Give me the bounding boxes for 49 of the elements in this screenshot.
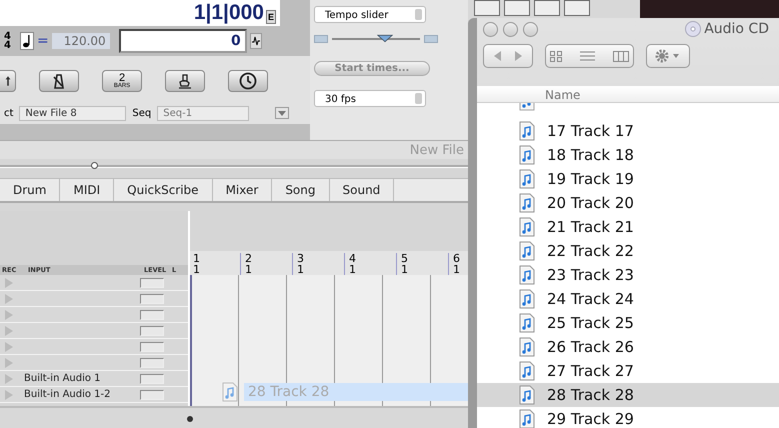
file-row[interactable]: 22 Track 22 [477, 239, 779, 263]
project-field[interactable]: New File 8 [19, 106, 126, 120]
project-label: ct [4, 108, 14, 118]
equals-sign: = [36, 33, 49, 49]
tab[interactable]: MIDI [60, 179, 114, 201]
ruler-number: 1 [193, 264, 201, 275]
ruler-number: 1 [401, 264, 409, 275]
sequence-field[interactable]: Seq-1 [157, 106, 250, 120]
file-row[interactable]: 23 Track 23 [477, 263, 779, 287]
dragged-item-label: 28 Track 28 [244, 383, 468, 401]
counter-button[interactable]: E [266, 10, 276, 24]
window-title: Audio CD [704, 21, 769, 37]
file-row[interactable]: 29 Track 29 [477, 407, 779, 428]
file-row[interactable]: 20 Track 20 [477, 191, 779, 215]
tab[interactable]: Sound [330, 179, 394, 201]
counter-display: 1|1|000 [194, 0, 264, 26]
position-field[interactable]: 0 [118, 29, 247, 53]
file-row[interactable]: 21 Track 21 [477, 215, 779, 239]
tab[interactable]: Mixer [212, 179, 272, 201]
tempo-source-select[interactable]: Tempo slider [314, 6, 426, 23]
window-title: New File [410, 142, 464, 158]
column-header: Name [545, 88, 580, 102]
ruler-number: 5 [401, 253, 409, 264]
tab[interactable]: Song [272, 179, 330, 201]
input-cell-text: Built-in Audio 1 [23, 373, 102, 384]
ruler-number: 1 [349, 264, 357, 275]
file-row[interactable]: 18 Track 18 [477, 143, 779, 167]
file-row[interactable]: 17 Track 17 [477, 119, 779, 143]
meter-display: 4 4 [4, 32, 11, 50]
ruler-number: 2 [245, 253, 253, 264]
ruler-number: 1 [193, 253, 201, 264]
ruler-number: 1 [245, 264, 253, 275]
file-row[interactable]: 26 Track 26 [477, 335, 779, 359]
file-row[interactable]: 24 Track 24 [477, 287, 779, 311]
ruler-number: 1 [297, 264, 305, 275]
tempo-field[interactable]: 120.00 [52, 33, 110, 49]
input-cell-text: Built-in Audio 1-2 [23, 389, 112, 400]
file-row[interactable]: 25 Track 25 [477, 311, 779, 335]
file-row[interactable]: 28 Track 28 [477, 383, 779, 407]
file-row[interactable]: 27 Track 27 [477, 359, 779, 383]
frame-rate-select[interactable]: 30 fps [314, 90, 426, 107]
ruler-number: 3 [297, 253, 305, 264]
file-row[interactable]: 19 Track 19 [477, 167, 779, 191]
ruler-number: 4 [349, 253, 357, 264]
ruler-number: 1 [453, 264, 461, 275]
tab[interactable]: QuickScribe [114, 179, 213, 201]
sequence-label: Seq [132, 108, 152, 118]
ruler-number: 6 [453, 253, 461, 264]
tab[interactable]: Drum [0, 179, 60, 201]
